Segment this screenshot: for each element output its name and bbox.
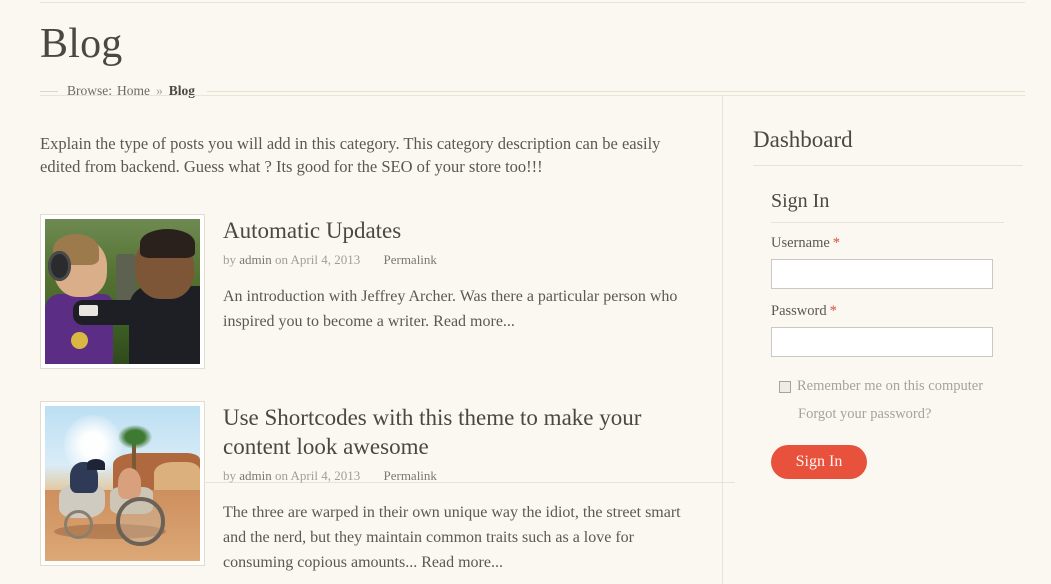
post-thumbnail-image (45, 406, 200, 561)
required-asterisk-icon: * (830, 303, 837, 319)
password-field-group: Password* (771, 303, 1023, 357)
password-label: Password* (771, 303, 1023, 320)
forgot-password-link[interactable]: Forgot your password? (798, 406, 1023, 423)
post-title[interactable]: Use Shortcodes with this theme to make y… (223, 403, 705, 461)
thumb-sidecar-wheel (64, 510, 93, 539)
sign-in-widget: Sign In Username* Password* Remember me … (753, 166, 1023, 479)
post-meta: by admin on April 4, 2013 Permalink (223, 468, 705, 484)
thumb-figure-right-hair (140, 229, 196, 258)
sidebar-title-dashboard: Dashboard (753, 95, 1023, 166)
thumb-palm-leaves (118, 425, 152, 450)
post-title[interactable]: Automatic Updates (223, 216, 705, 245)
blog-page: Blog Browse: Home » Blog Explain the typ… (0, 0, 1051, 584)
password-input[interactable] (771, 327, 993, 357)
top-divider (40, 2, 1025, 3)
category-description: Explain the type of posts you will add i… (40, 95, 680, 178)
page-title: Blog (40, 18, 122, 70)
post-meta-date: on April 4, 2013 (275, 252, 360, 267)
post-excerpt: The three are warped in their own unique… (223, 500, 705, 575)
post-meta-date: on April 4, 2013 (275, 468, 360, 483)
post-thumbnail[interactable] (40, 401, 205, 566)
username-label-text: Username (771, 235, 830, 251)
breadcrumb-tail-rule (207, 91, 1025, 92)
post-meta-by: by (223, 252, 236, 267)
sidebar: Dashboard Sign In Username* Password* Re… (753, 95, 1023, 479)
post-body: Automatic Updates by admin on April 4, 2… (223, 214, 705, 369)
username-field-group: Username* (771, 235, 1023, 289)
password-label-text: Password (771, 303, 827, 319)
post-thumbnail[interactable] (40, 214, 205, 369)
post-permalink-link[interactable]: Permalink (383, 468, 436, 483)
post-permalink-link[interactable]: Permalink (383, 252, 436, 267)
remember-me-label: Remember me on this computer (797, 378, 983, 395)
required-asterisk-icon: * (833, 235, 840, 251)
main-content: Explain the type of posts you will add i… (40, 95, 705, 575)
thumb-dune (154, 462, 201, 490)
remember-me-row[interactable]: Remember me on this computer (779, 378, 1023, 395)
thumb-rider-cap (87, 459, 106, 470)
breadcrumb-lead-rule (40, 91, 58, 92)
post-body: Use Shortcodes with this theme to make y… (223, 401, 705, 575)
post-meta-author[interactable]: admin (239, 468, 272, 483)
thumb-motorcycle-wheel (116, 497, 164, 545)
post-item: Use Shortcodes with this theme to make y… (40, 383, 705, 575)
remember-me-checkbox[interactable] (779, 381, 791, 393)
post-meta-author[interactable]: admin (239, 252, 272, 267)
post-item: Automatic Updates by admin on April 4, 2… (40, 196, 705, 369)
thumb-rider-two (118, 468, 141, 499)
post-meta-by: by (223, 468, 236, 483)
post-excerpt: An introduction with Jeffrey Archer. Was… (223, 284, 705, 334)
thumb-figure-right-cuff (79, 305, 98, 317)
post-thumbnail-image (45, 219, 200, 364)
column-divider (722, 95, 723, 584)
sign-in-heading: Sign In (771, 190, 1004, 223)
username-label: Username* (771, 235, 1023, 252)
username-input[interactable] (771, 259, 993, 289)
sign-in-button[interactable]: Sign In (771, 445, 867, 479)
post-meta: by admin on April 4, 2013 Permalink (223, 252, 705, 268)
